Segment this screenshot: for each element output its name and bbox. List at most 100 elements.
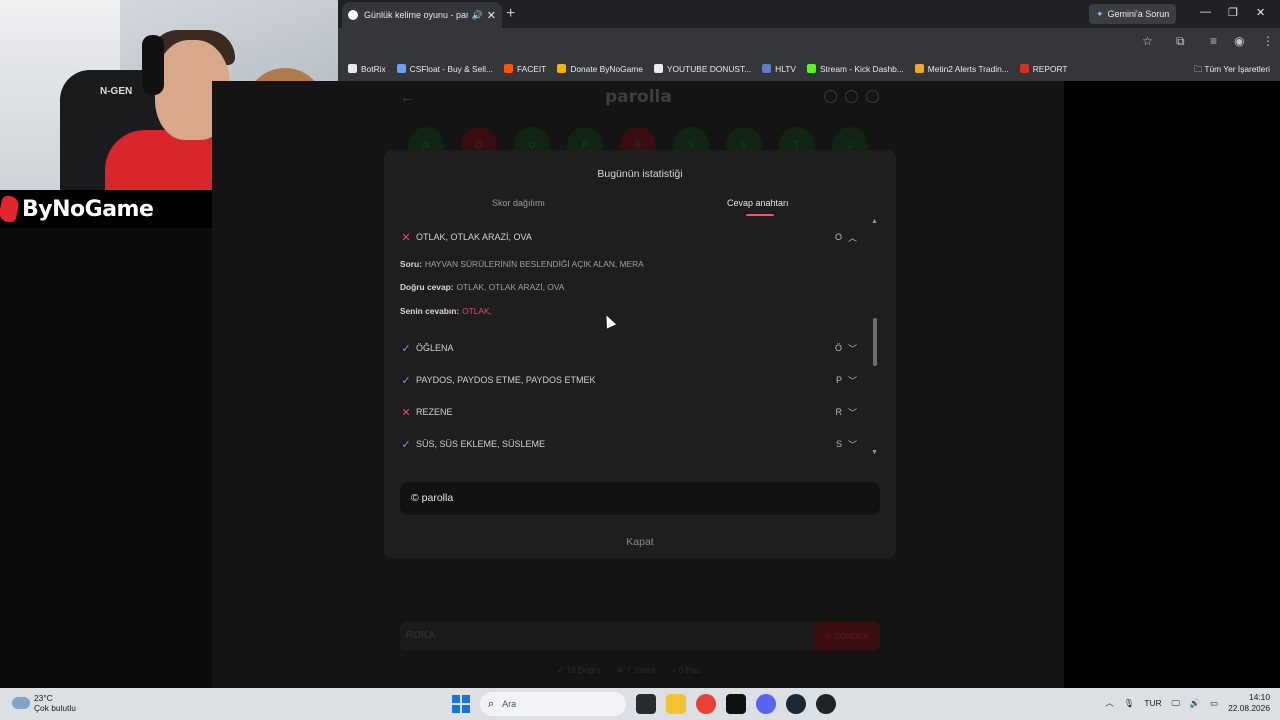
stats-icon[interactable] [845,90,858,103]
answer-item[interactable]: ✓ PAYDOS, PAYDOS ETME, PAYDOS ETMEK P ﹀ [400,369,860,391]
network-icon[interactable]: 🖵 [1172,698,1180,709]
gemini-button[interactable]: ✦ Gemini'a Sorun [1089,4,1177,24]
answer-input[interactable]: ROKA [400,621,880,651]
back-arrow-icon[interactable]: ← [400,89,414,105]
file-explorer-icon[interactable] [666,694,686,714]
language-indicator[interactable]: TUR [1144,698,1161,708]
scroll-up-icon[interactable]: ▲ [871,218,878,225]
game-header: ← parolla [212,81,1064,117]
browser-chrome: Günlük kelime oyunu - par 🔊 ✕ + ✦ Gemini… [338,0,1280,81]
check-icon: ✓ [401,374,411,387]
bookmark-item[interactable]: Metin2 Alerts Tradin... [914,64,1009,74]
game-logo: parolla [605,87,672,107]
bookmark-icon [762,64,772,73]
steam-icon[interactable] [786,694,806,714]
minimize-icon[interactable]: — [1200,6,1211,18]
bookmark-item[interactable]: REPORT [1019,64,1068,74]
all-bookmarks[interactable]: 🗀 Tüm Yer İşaretleri [1194,64,1270,78]
scroll-down-icon[interactable]: ▼ [871,449,878,456]
windows-start-icon[interactable] [452,695,470,713]
modal-tabs: Skor dağılımı Cevap anahtarı [384,198,896,220]
active-tab-indicator [746,214,774,216]
correct-count: ✓ 19 Doğru [557,665,601,675]
chevron-down-icon[interactable]: ﹀ [848,342,860,355]
stats-modal: Bugünün istatistiği Skor dağılımı Cevap … [384,150,896,558]
answer-item[interactable]: ✓ SÜS, SÜS EKLEME, SÜSLEME S ﹀ [400,433,860,455]
gemini-star-icon: ✦ [1096,8,1104,19]
check-icon: ✓ [401,342,411,355]
info-icon[interactable] [824,90,837,103]
taskbar-search[interactable]: ⌕ Ara [480,692,626,716]
task-view-icon[interactable] [636,694,656,714]
search-icon: ⌕ [488,697,495,710]
close-tab-icon[interactable]: ✕ [487,9,496,22]
bookmarks-bar: BotRix CSFloat - Buy & Sell... FACEIT Do… [338,56,1280,81]
bookmark-item[interactable]: FACEIT [503,64,546,74]
chevron-up-icon[interactable]: ︿ [1105,697,1113,709]
score-stats: ✓ 19 Doğru ✕ 7 Yanlış » 0 Pas [557,665,700,675]
bookmark-icon [1019,64,1029,73]
brand-mark-icon [0,196,21,222]
chevron-down-icon[interactable]: ﹀ [848,406,860,419]
question-line: Soru: HAYVAN SÜRÜLERİNİN BESLENDİĞİ AÇIK … [400,259,644,269]
answer-item-expanded[interactable]: ✕ OTLAK, OTLAK ARAZİ, OVA O ︿ [400,226,860,248]
volume-icon[interactable]: 🔊 [1190,698,1200,709]
discord-icon[interactable] [756,694,776,714]
chrome-icon[interactable] [696,694,716,714]
weather-widget[interactable]: 23°C Çok bulutlu [12,693,76,713]
bookmark-star-icon[interactable]: ☆ [1142,34,1153,48]
correct-answer-line: Doğru cevap: OTLAK, OTLAK ARAZİ, OVA [400,282,565,292]
bookmark-icon [557,64,567,73]
clock[interactable]: 14:10 22.08.2026 [1228,692,1270,714]
restore-icon[interactable]: ❐ [1228,6,1238,19]
new-tab-button[interactable]: + [506,5,515,23]
app-icon[interactable] [726,694,746,714]
tab-parolla[interactable]: Günlük kelime oyunu - par 🔊 ✕ [342,2,502,28]
cloud-icon [12,697,30,709]
profile-avatar[interactable]: ◉ [1234,34,1244,48]
screen: N-GEN ByNoGame Günlük kelime oyunu - par… [0,0,1280,720]
battery-icon[interactable]: ▭ [1210,698,1218,708]
bookmark-icon [348,64,357,73]
bookmark-item[interactable]: Donate ByNoGame [557,64,643,74]
bookmark-icon [806,64,816,73]
tab-score-distribution[interactable]: Skor dağılımı [492,198,545,208]
bookmark-icon [914,64,924,73]
close-button[interactable]: Kapat [384,536,896,548]
bookmark-icon [396,64,406,73]
bookmark-item[interactable]: Stream - Kick Dashb... [806,64,904,74]
tab-strip: Günlük kelime oyunu - par 🔊 ✕ + ✦ Gemini… [338,0,1280,28]
system-tray: ︿ 🎙 TUR 🖵 🔊 ▭ 14:10 22.08.2026 [1105,692,1270,714]
pass-count: » 0 Pas [671,665,701,675]
app-icon[interactable] [816,694,836,714]
chevron-down-icon[interactable]: ﹀ [848,374,860,387]
headset [142,35,164,95]
answer-item[interactable]: ✕ REZENE R ﹀ [400,401,860,423]
menu-icon[interactable]: ⋮ [1262,34,1274,48]
media-icon[interactable]: ≡ [1210,34,1217,48]
wrong-cross-icon: ✕ [401,406,411,419]
scroll-thumb[interactable] [873,318,877,366]
chevron-down-icon[interactable]: ﹀ [848,438,860,451]
tab-answer-key[interactable]: Cevap anahtarı [727,198,789,208]
folder-icon: 🗀 [1193,64,1205,74]
bookmark-icon [653,64,663,73]
bookmark-item[interactable]: HLTV [762,64,796,74]
extensions-icon[interactable]: ⧉ [1176,34,1185,49]
answer-item[interactable]: ✓ ÖĞLENA Ö ﹀ [400,337,860,359]
bookmark-item[interactable]: BotRix [348,64,386,74]
wrong-count: ✕ 7 Yanlış [616,665,656,675]
user-icon[interactable] [866,90,879,103]
chair-logo: N-GEN [100,86,133,97]
favicon-icon [348,10,358,20]
microphone-icon[interactable]: 🎙 [1124,698,1135,709]
pass-button[interactable]: ⟳ DÖNDER [814,622,880,651]
list-scrollbar[interactable]: ▲ ▼ [871,218,879,460]
speaker-icon[interactable]: 🔊 [472,10,483,21]
bookmark-item[interactable]: YOUTUBE DONUST... [653,64,751,74]
close-window-icon[interactable]: ✕ [1256,6,1265,19]
bookmark-item[interactable]: CSFloat - Buy & Sell... [396,64,493,74]
chevron-up-icon[interactable]: ︿ [848,231,860,244]
toolbar: ☆ ⧉ ≡ ◉ ⋮ [338,28,1280,56]
bynogame-logo: ByNoGame [0,196,154,222]
